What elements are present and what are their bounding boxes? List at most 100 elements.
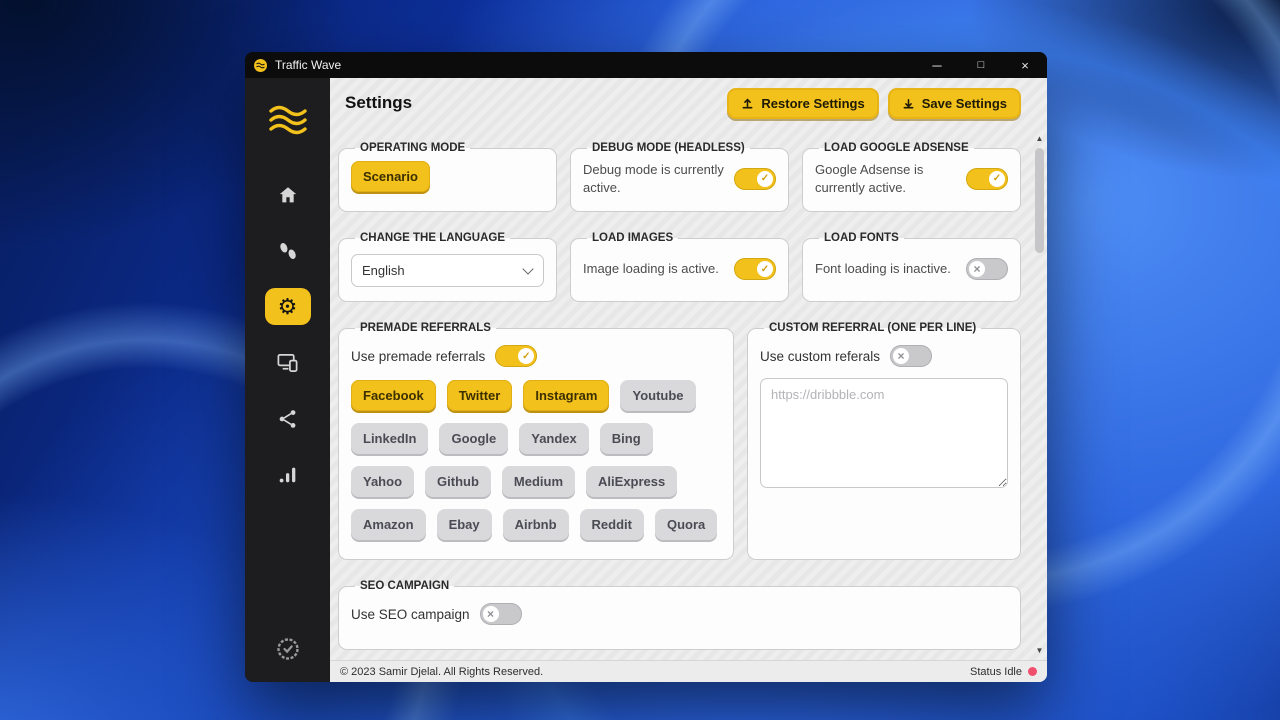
seo-campaign-legend: SEO CAMPAIGN bbox=[360, 580, 450, 592]
debug-mode-legend: DEBUG MODE (HEADLESS) bbox=[592, 142, 745, 154]
load-images-legend: LOAD IMAGES bbox=[592, 232, 674, 244]
referral-button-bing[interactable]: Bing bbox=[599, 423, 653, 454]
sidebar-nav: ⚙ bbox=[264, 176, 311, 493]
adsense-legend: LOAD GOOGLE ADSENSE bbox=[824, 142, 969, 154]
desktop: { "window": { "title": "Traffic Wave", "… bbox=[0, 0, 1280, 720]
language-select[interactable]: English bbox=[351, 254, 544, 287]
referral-button-airbnb[interactable]: Airbnb bbox=[502, 509, 569, 540]
steps-icon bbox=[277, 240, 299, 262]
referral-button-yahoo[interactable]: Yahoo bbox=[351, 466, 415, 497]
page-header: Settings Restore Settings Save Settings bbox=[330, 78, 1047, 128]
referral-button-youtube[interactable]: Youtube bbox=[620, 380, 696, 411]
custom-referral-section: CUSTOM REFERRAL (ONE PER LINE) Use custo… bbox=[747, 322, 1021, 560]
toggle-knob bbox=[989, 170, 1005, 187]
debug-mode-toggle[interactable] bbox=[734, 167, 776, 190]
save-settings-button[interactable]: Save Settings bbox=[887, 87, 1021, 119]
referral-button-reddit[interactable]: Reddit bbox=[579, 509, 644, 540]
status-bar: © 2023 Samir Djelal. All Rights Reserved… bbox=[330, 660, 1047, 682]
language-section: CHANGE THE LANGUAGE English bbox=[338, 232, 557, 302]
adsense-toggle[interactable] bbox=[966, 167, 1008, 190]
sidebar-item-devices[interactable] bbox=[265, 344, 311, 381]
toggle-knob bbox=[969, 261, 985, 277]
scroll-down-icon[interactable]: ▼ bbox=[1033, 646, 1046, 655]
stats-icon bbox=[277, 464, 299, 486]
premade-referrals-section: PREMADE REFERRALS Use premade referrals … bbox=[338, 322, 734, 560]
sidebar-item-settings[interactable]: ⚙ bbox=[264, 288, 311, 325]
app-window: Traffic Wave ─ □ × ⚙ Settings Restore Se… bbox=[245, 52, 1047, 682]
referral-button-quora[interactable]: Quora bbox=[654, 509, 718, 540]
referral-button-aliexpress[interactable]: AliExpress bbox=[586, 466, 678, 497]
custom-referral-legend: CUSTOM REFERRAL (ONE PER LINE) bbox=[769, 322, 977, 334]
window-controls: ─ □ × bbox=[915, 52, 1047, 78]
restore-settings-button[interactable]: Restore Settings bbox=[727, 87, 879, 119]
referral-button-linkedin[interactable]: LinkedIn bbox=[351, 423, 429, 454]
load-fonts-text: Font loading is inactive. bbox=[815, 261, 951, 277]
window-title: Traffic Wave bbox=[275, 58, 342, 72]
devices-icon bbox=[276, 351, 299, 374]
scroll-up-icon[interactable]: ▲ bbox=[1033, 134, 1046, 143]
toggle-knob bbox=[757, 170, 773, 187]
referral-button-google[interactable]: Google bbox=[439, 423, 509, 454]
sidebar-item-stats[interactable] bbox=[265, 456, 311, 493]
home-icon bbox=[277, 184, 299, 206]
referral-button-facebook[interactable]: Facebook bbox=[351, 380, 436, 411]
custom-referral-toggle[interactable] bbox=[890, 345, 933, 367]
load-images-section: LOAD IMAGES Image loading is active. bbox=[570, 232, 789, 302]
maximize-button[interactable]: □ bbox=[959, 52, 1003, 78]
app-logo-icon bbox=[254, 58, 267, 72]
scenario-button[interactable]: Scenario bbox=[351, 161, 430, 192]
vertical-scrollbar[interactable]: ▲ ▼ bbox=[1033, 130, 1046, 659]
referral-button-instagram[interactable]: Instagram bbox=[523, 380, 610, 411]
save-icon bbox=[902, 97, 915, 110]
toggle-knob bbox=[893, 348, 910, 364]
referral-button-ebay[interactable]: Ebay bbox=[436, 509, 492, 540]
sidebar-item-steps[interactable] bbox=[265, 232, 311, 269]
load-images-toggle[interactable] bbox=[734, 258, 776, 280]
operating-mode-section: OPERATING MODE Scenario bbox=[338, 142, 557, 212]
load-images-text: Image loading is active. bbox=[583, 261, 719, 277]
load-fonts-toggle[interactable] bbox=[966, 258, 1008, 280]
badge-check-icon[interactable] bbox=[275, 636, 301, 662]
close-button[interactable]: × bbox=[1003, 52, 1047, 78]
referral-button-yandex[interactable]: Yandex bbox=[519, 423, 589, 454]
language-legend: CHANGE THE LANGUAGE bbox=[360, 232, 506, 244]
minimize-button[interactable]: ─ bbox=[915, 52, 959, 78]
restore-settings-label: Restore Settings bbox=[761, 95, 865, 111]
toggle-knob bbox=[757, 261, 773, 277]
referral-list: Facebook Twitter Instagram Youtube LinkedIn G… bbox=[351, 380, 721, 540]
toggle-knob bbox=[482, 606, 499, 622]
load-fonts-section: LOAD FONTS Font loading is inactive. bbox=[802, 232, 1021, 302]
scrollbar-thumb[interactable] bbox=[1035, 148, 1044, 253]
settings-content: OPERATING MODE Scenario DEBUG MODE (HEAD… bbox=[330, 128, 1047, 660]
seo-campaign-section: SEO CAMPAIGN Use SEO campaign bbox=[338, 580, 1021, 650]
adsense-text: Google Adsense is currently active. bbox=[815, 162, 924, 195]
custom-referral-toggle-label: Use custom referals bbox=[760, 348, 881, 364]
seo-campaign-toggle-label: Use SEO campaign bbox=[351, 606, 470, 622]
sidebar: ⚙ bbox=[245, 78, 330, 682]
network-icon bbox=[277, 408, 299, 430]
main-panel: Settings Restore Settings Save Settings bbox=[330, 78, 1047, 682]
status-dot-icon bbox=[1028, 667, 1037, 676]
status-indicator: Status Idle bbox=[970, 666, 1037, 678]
sidebar-bottom bbox=[275, 636, 301, 662]
premade-referrals-toggle-label: Use premade referrals bbox=[351, 348, 486, 364]
load-fonts-legend: LOAD FONTS bbox=[824, 232, 899, 244]
gear-icon: ⚙ bbox=[277, 293, 298, 319]
referral-button-medium[interactable]: Medium bbox=[501, 466, 576, 497]
debug-mode-section: DEBUG MODE (HEADLESS) Debug mode is curr… bbox=[570, 142, 789, 212]
sidebar-item-home[interactable] bbox=[265, 176, 311, 213]
restore-icon bbox=[741, 97, 754, 110]
header-actions: Restore Settings Save Settings bbox=[727, 87, 1021, 119]
seo-campaign-toggle[interactable] bbox=[479, 603, 522, 625]
custom-referral-textarea[interactable] bbox=[760, 378, 1008, 488]
referral-button-twitter[interactable]: Twitter bbox=[446, 380, 513, 411]
premade-referrals-toggle[interactable] bbox=[495, 345, 538, 367]
debug-mode-text: Debug mode is currently active. bbox=[583, 162, 724, 195]
copyright-text: © 2023 Samir Djelal. All Rights Reserved… bbox=[340, 665, 544, 678]
referral-button-amazon[interactable]: Amazon bbox=[351, 509, 426, 540]
title-bar: Traffic Wave ─ □ × bbox=[245, 52, 1047, 78]
save-settings-label: Save Settings bbox=[921, 95, 1007, 111]
premade-referrals-legend: PREMADE REFERRALS bbox=[360, 322, 491, 334]
referral-button-github[interactable]: Github bbox=[425, 466, 491, 497]
sidebar-item-network[interactable] bbox=[265, 400, 311, 437]
